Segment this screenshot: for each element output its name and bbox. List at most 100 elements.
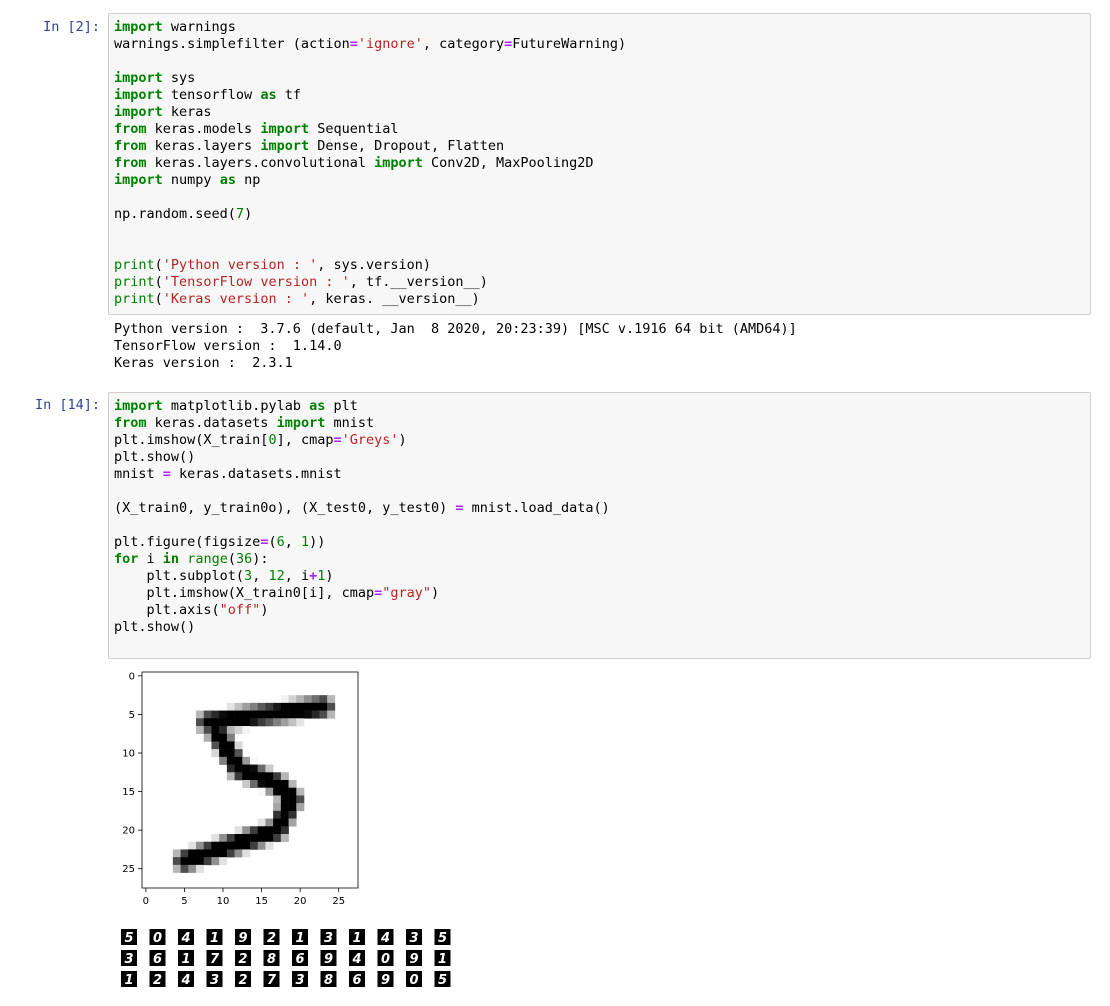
pixel — [280, 780, 289, 789]
pixel — [288, 710, 297, 719]
code-token: from — [114, 121, 147, 137]
code-token: , sys.version) — [317, 257, 432, 273]
pixel — [288, 695, 297, 704]
pixel — [319, 695, 328, 704]
code-token: warnings — [162, 19, 236, 35]
code-line: from keras.layers import Dense, Dropout,… — [114, 138, 1085, 155]
digit-glyph: 3 — [295, 973, 304, 988]
x-tick-label: 15 — [255, 896, 268, 907]
pixel — [196, 841, 205, 850]
code-token: import — [114, 398, 163, 414]
code-token: = — [374, 585, 383, 601]
pixel — [226, 702, 235, 711]
pixel — [273, 718, 282, 727]
pixel — [203, 710, 212, 719]
output-line: TensorFlow version : 1.14.0 — [114, 338, 342, 354]
code-token: 'ignore' — [357, 36, 423, 52]
code-line: plt.subplot(3, 12, i+1) — [114, 568, 1085, 585]
pixel — [203, 718, 212, 727]
code-token: , i — [284, 568, 310, 584]
pixel — [288, 818, 297, 827]
code-token: 'Keras version : ' — [162, 291, 310, 307]
code-token: print — [114, 274, 155, 290]
pixel — [234, 718, 243, 727]
pixel — [211, 857, 220, 866]
pixel — [273, 810, 282, 819]
digit-glyph: 5 — [124, 931, 133, 946]
pixel — [273, 826, 282, 835]
pixel — [188, 841, 197, 850]
digit-glyph: 6 — [153, 952, 162, 967]
code-token: import — [114, 19, 163, 35]
code-token: , keras. __version__) — [309, 291, 480, 307]
digit-glyph: 1 — [352, 931, 361, 946]
pixel — [296, 803, 305, 812]
pixel — [250, 780, 259, 789]
pixel — [242, 849, 251, 858]
pixel — [280, 772, 289, 781]
digit-glyph: 2 — [238, 973, 247, 988]
code-token: plt.show() — [114, 619, 196, 635]
pixel — [265, 826, 274, 835]
pixel — [234, 756, 243, 765]
code-token: 'Python version : ' — [162, 257, 318, 273]
pixel — [188, 849, 197, 858]
code-line: print('Python version : ', sys.version) — [114, 257, 1085, 274]
code-token: import — [114, 87, 163, 103]
pixel — [196, 726, 205, 735]
digit-glyph: 2 — [267, 931, 276, 946]
code-token: for — [114, 551, 139, 567]
pixel — [304, 710, 313, 719]
code-token: mnist.load_data() — [463, 500, 610, 516]
code-token: numpy — [162, 172, 220, 188]
code-cell-input[interactable]: import warnings warnings.simplefilter (ac… — [108, 13, 1091, 315]
code-cell-input[interactable]: import matplotlib.pylab as plt from keras… — [108, 392, 1091, 659]
pixel — [211, 726, 220, 735]
pixel — [242, 756, 251, 765]
code-token: 1 — [301, 534, 310, 550]
code-line: np.random.seed(7) — [114, 206, 1085, 223]
pixel — [273, 803, 282, 812]
pixel — [273, 834, 282, 843]
code-token: = — [455, 500, 464, 516]
pixel — [296, 695, 305, 704]
pixel — [280, 834, 289, 843]
code-token: 7 — [235, 206, 245, 222]
pixel — [288, 787, 297, 796]
pixel — [250, 764, 259, 773]
code-line: warnings.simplefilter (action='ignore', … — [114, 36, 1085, 53]
code-token: 3 — [244, 568, 253, 584]
code-line: import sys — [114, 70, 1085, 87]
digit-glyph: 7 — [210, 952, 220, 967]
digit-glyph: 6 — [352, 973, 361, 988]
pixel — [250, 834, 259, 843]
pixel — [234, 710, 243, 719]
x-tick-label: 0 — [143, 896, 149, 907]
pixel — [234, 749, 243, 758]
code-token: , — [284, 534, 301, 550]
pixel — [219, 749, 228, 758]
digit-glyph: 8 — [324, 973, 333, 988]
pixel — [280, 818, 289, 827]
code-token: ( — [154, 291, 163, 307]
pixel — [219, 841, 228, 850]
pixel — [319, 702, 328, 711]
code-token: = — [349, 36, 358, 52]
code-token: "off" — [219, 602, 261, 618]
pixel — [226, 764, 235, 773]
pixel — [288, 702, 297, 711]
pixel — [257, 818, 266, 827]
code-token: import — [374, 155, 423, 171]
pixel — [288, 795, 297, 804]
pixel — [304, 695, 313, 704]
pixel — [211, 749, 220, 758]
imshow-figure: 0 5 10 15 20 25 0 5 10 15 20 25 — [122, 671, 359, 907]
digit-glyph: 0 — [409, 973, 418, 988]
x-tick-label: 25 — [332, 896, 345, 907]
code-token: ) — [398, 432, 407, 448]
digit-glyph: 1 — [124, 973, 133, 988]
pixel — [265, 780, 274, 789]
code-line: import matplotlib.pylab as plt — [114, 398, 1085, 415]
pixel — [280, 795, 289, 804]
